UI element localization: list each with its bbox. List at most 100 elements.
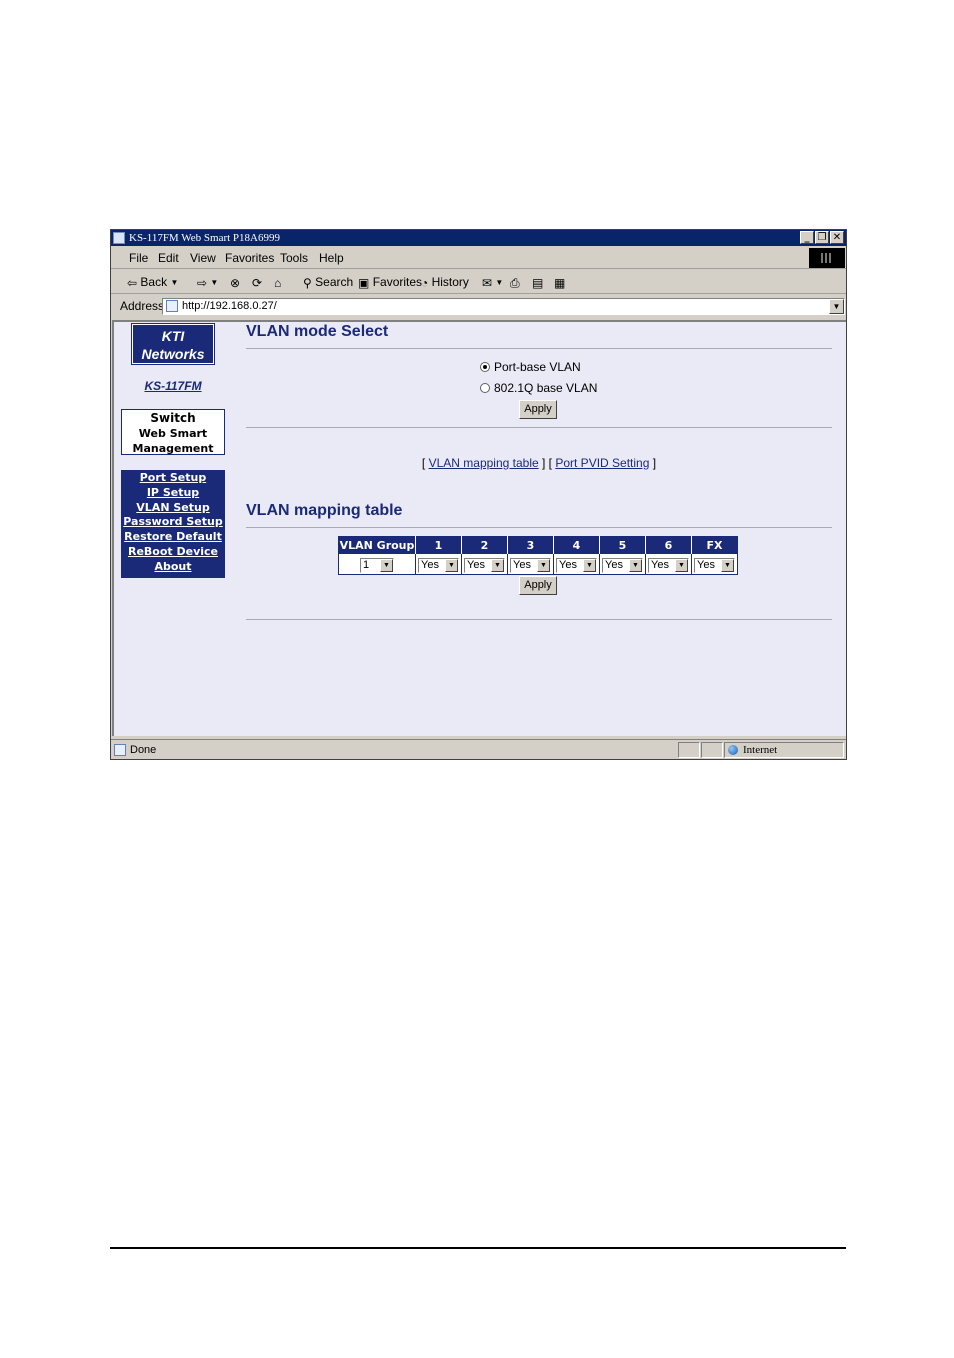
address-dropdown-button[interactable]: ▼: [829, 299, 844, 314]
radio-button[interactable]: [480, 383, 490, 393]
search-icon: ⚲: [303, 275, 312, 290]
nav-port-setup[interactable]: Port Setup: [121, 471, 225, 486]
port-4-cell: Yes ▼: [553, 553, 600, 574]
stop-button[interactable]: ⊗: [230, 270, 240, 295]
header-port-5: 5: [599, 536, 646, 554]
back-label: Back: [140, 275, 168, 289]
chevron-down-icon[interactable]: ▼: [537, 558, 550, 572]
vlan-mode-title: VLAN mode Select: [246, 323, 389, 340]
divider: [246, 427, 832, 428]
title-bar[interactable]: KS-117FM Web Smart P18A6999 _ ❐ ✕: [111, 230, 846, 246]
discuss-icon: ▦: [554, 275, 566, 290]
select-value: Yes: [513, 558, 531, 571]
table-header-row: VLAN Group 1 2 3 4 5 6 FX: [338, 536, 738, 554]
menu-favorites[interactable]: Favorites: [225, 247, 274, 269]
search-button[interactable]: ⚲ Search: [303, 270, 353, 295]
port-2-select[interactable]: Yes ▼: [464, 557, 505, 573]
mail-button[interactable]: ✉ ▼: [482, 270, 503, 295]
page: KS-117FM Web Smart P18A6999 _ ❐ ✕ File E…: [0, 0, 954, 1358]
status-cell: [701, 742, 723, 758]
radio-button[interactable]: [480, 362, 490, 372]
favorites-icon: ▣: [358, 275, 370, 290]
header-port-6: 6: [645, 536, 692, 554]
port-5-select[interactable]: Yes ▼: [602, 557, 643, 573]
menu-bar: File Edit View Favorites Tools Help: [111, 247, 846, 269]
vlan-mapping-table-link[interactable]: VLAN mapping table: [429, 456, 539, 470]
nav-vlan-setup[interactable]: VLAN Setup: [121, 501, 225, 516]
port-5-cell: Yes ▼: [599, 553, 646, 574]
product-line1: Switch: [150, 411, 196, 425]
select-value: Yes: [421, 558, 439, 571]
minimize-button[interactable]: _: [800, 231, 814, 244]
history-button[interactable]: ◔ History: [421, 270, 469, 295]
back-arrow-icon: ⇦: [127, 275, 138, 290]
status-cell: [678, 742, 700, 758]
footer-rule: [110, 1247, 846, 1249]
print-button[interactable]: ⎙: [510, 270, 520, 295]
header-port-3: 3: [507, 536, 554, 554]
vlan-mode-apply-button[interactable]: Apply: [519, 400, 557, 419]
menu-help[interactable]: Help: [319, 247, 344, 269]
globe-icon: [728, 745, 738, 755]
port-6-cell: Yes ▼: [645, 553, 692, 574]
status-bar: Done Internet: [111, 739, 846, 759]
model-link[interactable]: KS-117FM: [114, 379, 232, 393]
forward-button[interactable]: ⇨ ▼: [197, 270, 218, 295]
home-button[interactable]: ⌂: [274, 270, 281, 295]
search-label: Search: [315, 275, 354, 289]
divider: [246, 527, 832, 528]
port-6-select[interactable]: Yes ▼: [648, 557, 689, 573]
close-button[interactable]: ✕: [830, 231, 844, 244]
port-fx-select[interactable]: Yes ▼: [694, 557, 735, 573]
menu-edit[interactable]: Edit: [158, 247, 179, 269]
vlan-group-select[interactable]: 1 ▼: [360, 557, 394, 573]
discuss-button[interactable]: ▦: [554, 270, 565, 295]
page-icon: [114, 744, 126, 756]
radio-label: 802.1Q base VLAN: [494, 381, 598, 395]
status-text: Done: [130, 744, 157, 756]
bracket: ]: [649, 456, 657, 470]
product-line3: Management: [132, 442, 214, 455]
edit-button[interactable]: ▤: [532, 270, 543, 295]
port-1-cell: Yes ▼: [415, 553, 462, 574]
nav-reboot-device[interactable]: ReBoot Device: [121, 545, 225, 560]
back-button[interactable]: ⇦ Back ▼: [127, 270, 178, 295]
chevron-down-icon[interactable]: ▼: [583, 558, 596, 572]
nav-restore-default[interactable]: Restore Default: [121, 530, 225, 545]
port-4-select[interactable]: Yes ▼: [556, 557, 597, 573]
bracket: [: [421, 456, 429, 470]
chevron-down-icon[interactable]: ▼: [675, 558, 688, 572]
refresh-button[interactable]: ⟳: [252, 270, 262, 295]
nav-ip-setup[interactable]: IP Setup: [121, 486, 225, 501]
radio-port-base[interactable]: Port-base VLAN: [480, 360, 581, 374]
window-controls: _ ❐ ✕: [800, 231, 844, 244]
chevron-down-icon[interactable]: ▼: [629, 558, 642, 572]
port-3-select[interactable]: Yes ▼: [510, 557, 551, 573]
address-input[interactable]: http://192.168.0.27/ ▼: [162, 298, 845, 315]
nav-about[interactable]: About: [121, 560, 225, 575]
chevron-down-icon[interactable]: ▼: [721, 558, 734, 572]
vlan-mapping-apply-button[interactable]: Apply: [519, 576, 557, 595]
port-1-select[interactable]: Yes ▼: [418, 557, 459, 573]
nav-password-setup[interactable]: Password Setup: [121, 515, 225, 530]
menu-view[interactable]: View: [190, 247, 216, 269]
print-icon: ⎙: [510, 275, 520, 290]
favorites-button[interactable]: ▣ Favorites: [358, 270, 422, 295]
chevron-down-icon[interactable]: ▼: [445, 558, 458, 572]
header-vlan-group: VLAN Group: [338, 536, 416, 554]
bracket: ] [: [538, 456, 556, 470]
menu-tools[interactable]: Tools: [280, 247, 308, 269]
header-port-4: 4: [553, 536, 600, 554]
restore-button[interactable]: ❐: [815, 231, 829, 244]
chevron-down-icon[interactable]: ▼: [380, 558, 393, 572]
zone-label: Internet: [743, 744, 778, 756]
radio-8021q-base[interactable]: 802.1Q base VLAN: [480, 381, 597, 395]
chevron-down-icon[interactable]: ▼: [491, 558, 504, 572]
select-value: Yes: [559, 558, 577, 571]
port-2-cell: Yes ▼: [461, 553, 508, 574]
select-value: Yes: [467, 558, 485, 571]
port-pvid-setting-link[interactable]: Port PVID Setting: [555, 456, 649, 470]
menu-file[interactable]: File: [129, 247, 148, 269]
vlan-mapping-title: VLAN mapping table: [246, 502, 403, 519]
edit-icon: ▤: [532, 275, 544, 290]
